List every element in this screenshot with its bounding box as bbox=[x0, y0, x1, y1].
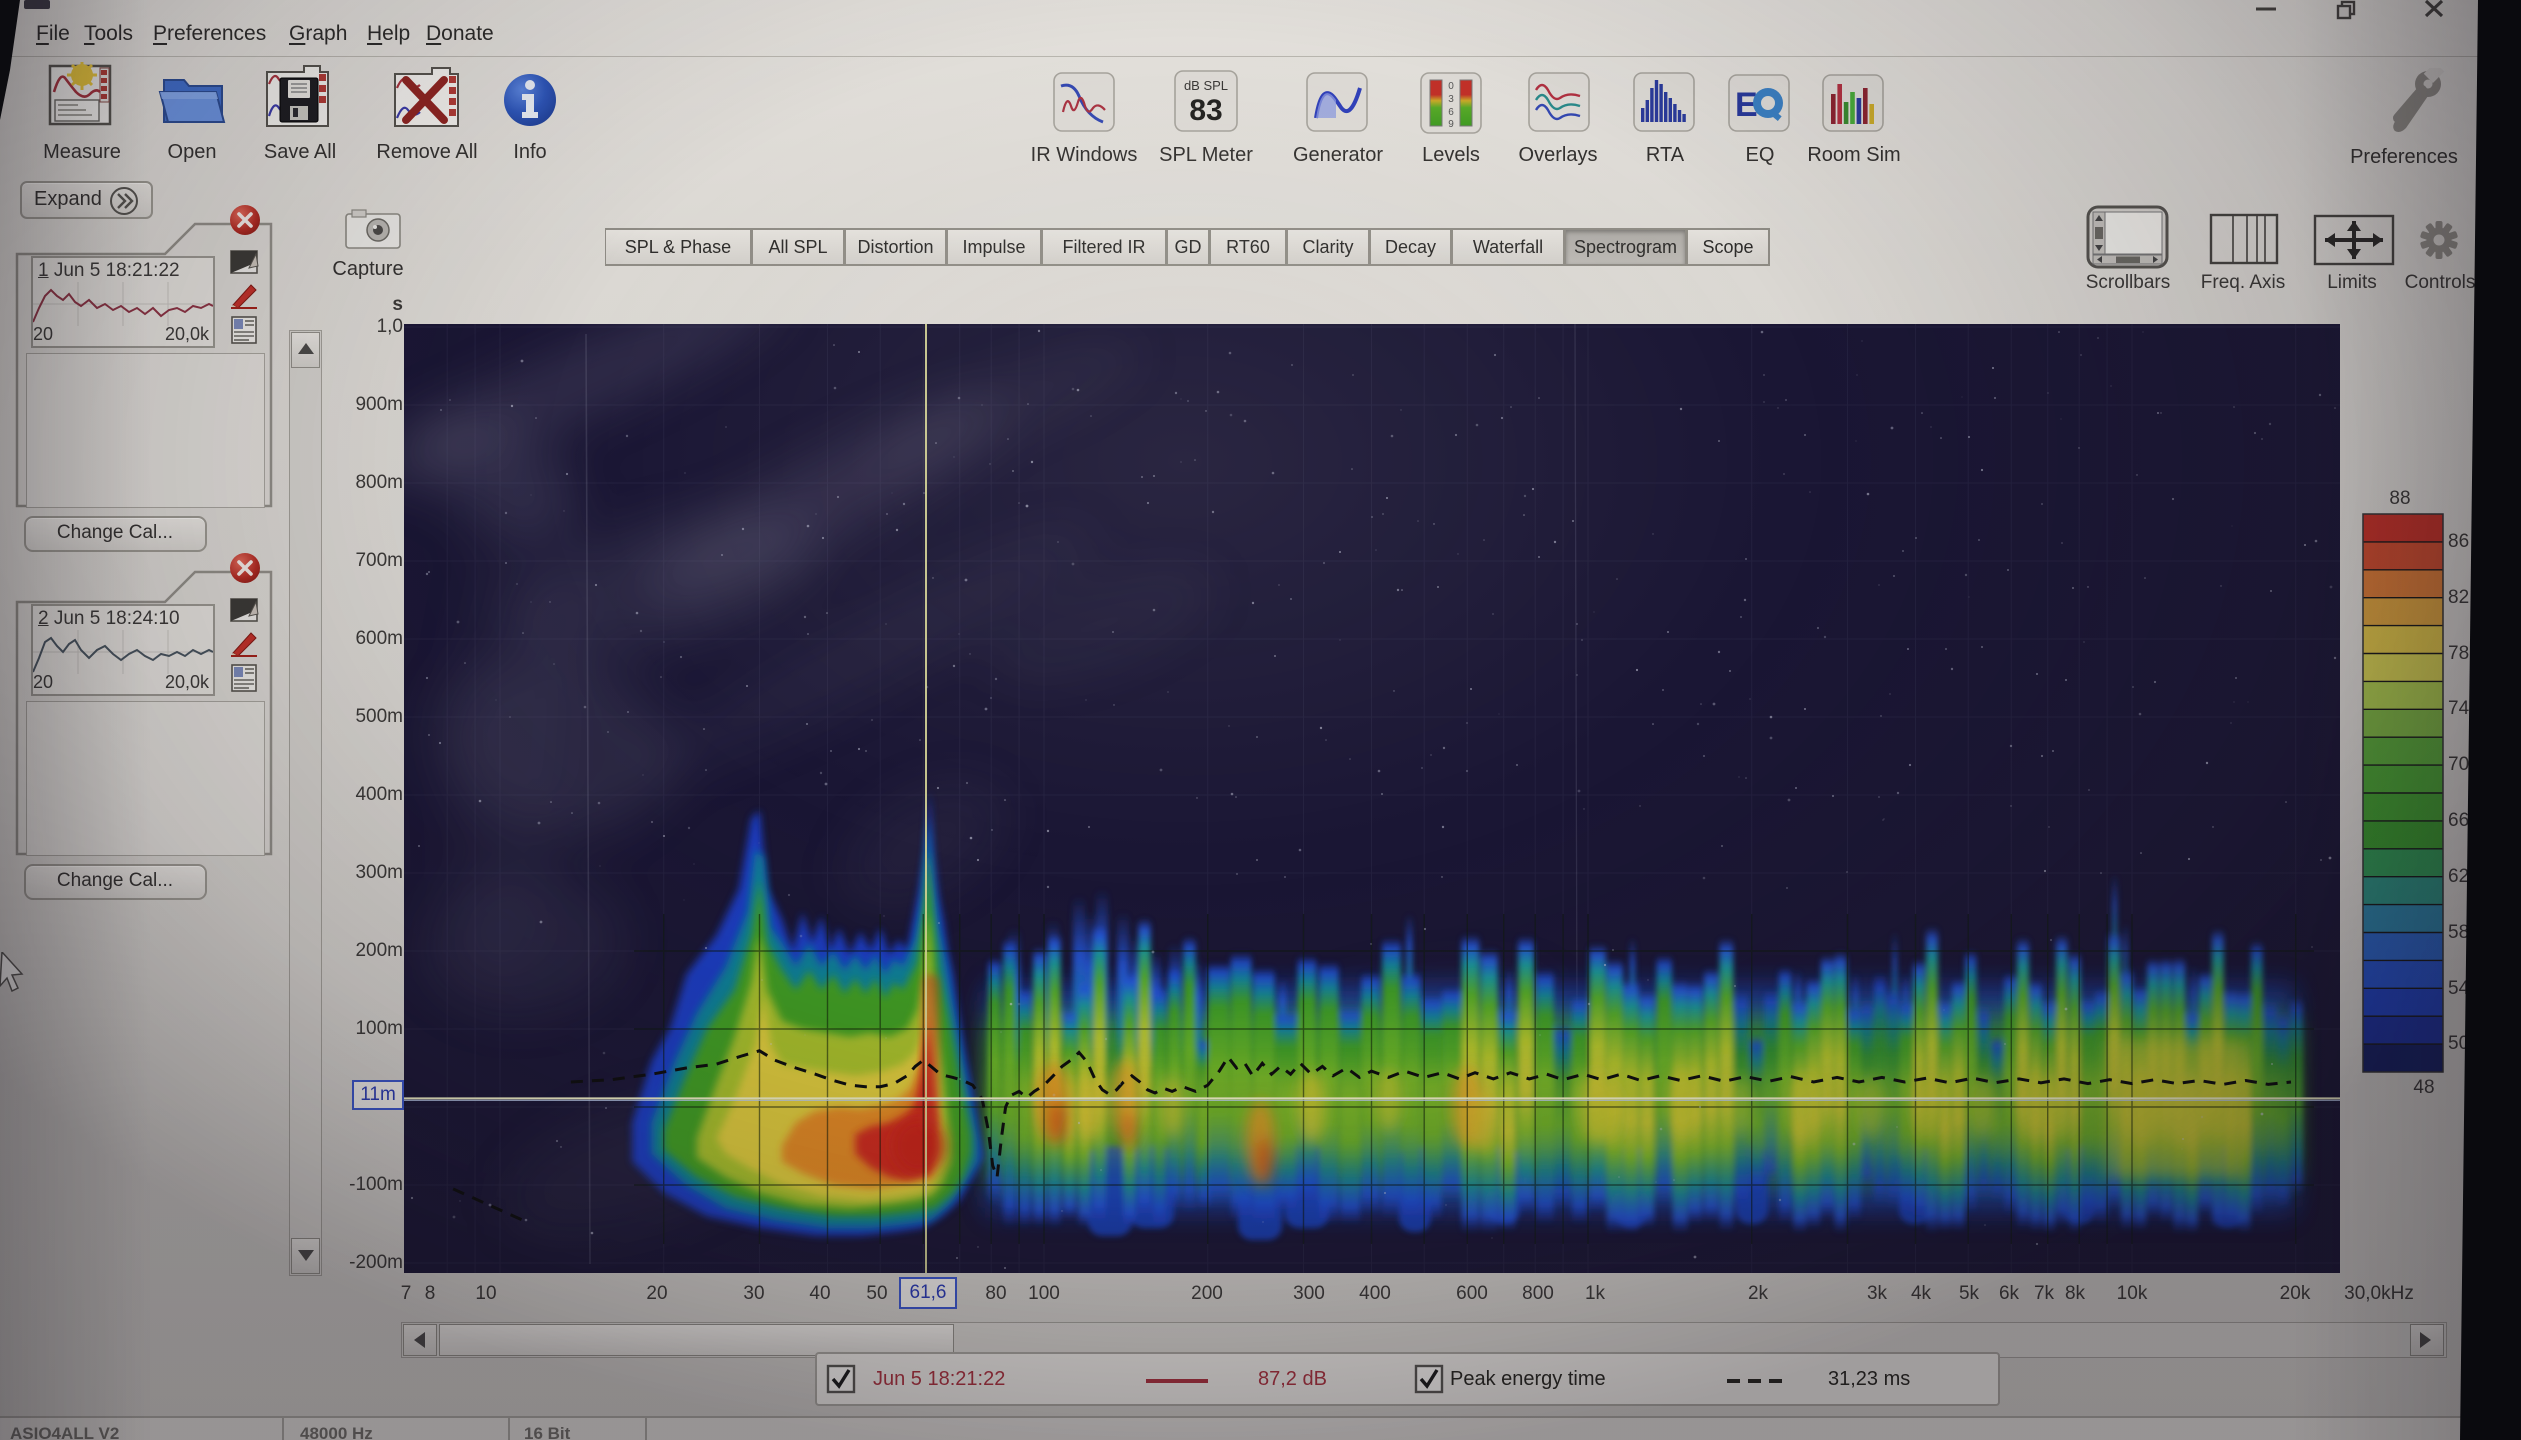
svg-text:3: 3 bbox=[1448, 94, 1454, 105]
svg-text:dB SPL: dB SPL bbox=[1184, 78, 1228, 93]
svg-text:6: 6 bbox=[1448, 107, 1454, 118]
svg-text:83: 83 bbox=[1189, 94, 1222, 127]
svg-text:0: 0 bbox=[1448, 81, 1454, 92]
svg-text:9: 9 bbox=[1448, 119, 1454, 130]
